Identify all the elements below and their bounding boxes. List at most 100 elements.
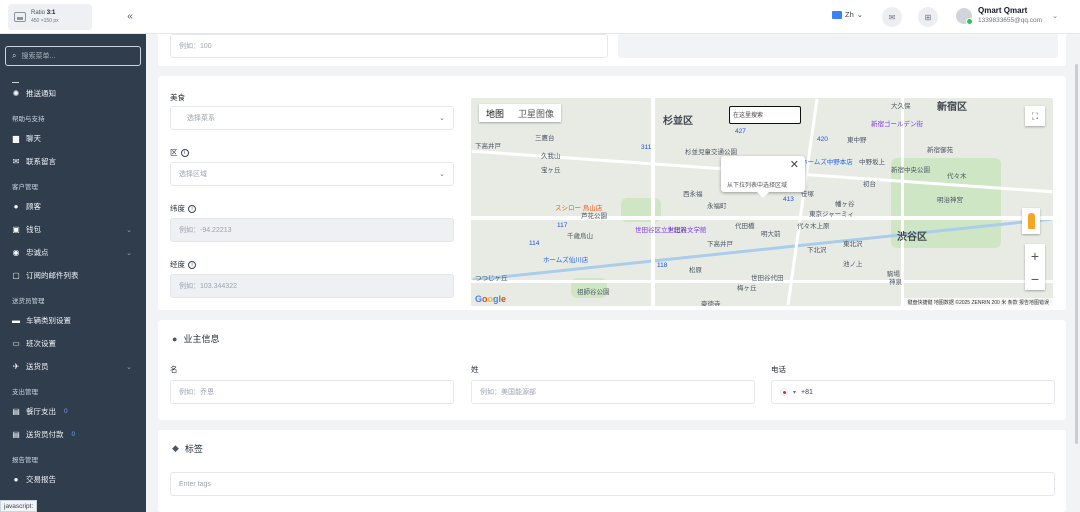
- map-place-label: 初台: [863, 181, 876, 188]
- sidebar-item-label: 联系留言: [26, 157, 56, 166]
- map-poi-label[interactable]: ホームズ仙川店: [543, 254, 588, 264]
- chevron-down-icon: ⌄: [856, 10, 864, 19]
- mail-icon: ✉: [12, 157, 20, 166]
- cuisine-placeholder: 选择菜系: [187, 115, 215, 122]
- section-report-management: 报告管理: [12, 457, 38, 464]
- area-placeholder: 选择区域: [179, 171, 207, 178]
- street-view-pegman-icon[interactable]: [1022, 208, 1040, 234]
- route-number: 420: [817, 136, 828, 143]
- ratio-label: Ratio: [31, 9, 46, 16]
- last-name-input[interactable]: 例如：美国能源部: [471, 380, 755, 404]
- language-selector[interactable]: Zh ⌄: [832, 10, 863, 19]
- search-icon: ⌕: [12, 51, 17, 60]
- sidebar-item-loyalty-points[interactable]: ◉ 忠诚点 ⌄: [0, 241, 146, 264]
- map-place-label: 下高井戸: [707, 241, 733, 248]
- area-label: 区 i: [170, 147, 189, 158]
- sidebar-item-push-notification[interactable]: ✺ 推送通知: [0, 82, 146, 105]
- tab-satellite[interactable]: 卫星图像: [511, 104, 561, 122]
- example-input[interactable]: 例如：100: [170, 34, 608, 58]
- fullscreen-icon[interactable]: ⛶: [1025, 106, 1045, 126]
- user-email: 1339833655@qq.com: [978, 17, 1043, 24]
- sidebar-item-shift-settings[interactable]: ▭ 班次设置: [0, 332, 146, 355]
- tab-map[interactable]: 地图: [479, 104, 511, 122]
- info-window-message: 从下拉列表中选择区域: [727, 183, 788, 189]
- map-attribution[interactable]: 键盘快捷键 地图数据 ©2025 ZENRIN 200 米 条款 报告地图错误: [903, 298, 1053, 306]
- user-pin-icon: ●: [13, 202, 19, 211]
- map-poi-label[interactable]: ホームズ中野本店: [801, 156, 853, 166]
- info-icon[interactable]: i: [188, 260, 196, 269]
- map-place-label: 東中野: [847, 137, 867, 144]
- sidebar-item-customers[interactable]: ● 顾客: [0, 195, 146, 218]
- google-map[interactable]: 杉並区 新宿区 渋谷区 東京ジャーミィ 大久保 三鷹台 久我山 下高井戸 宝ヶ丘…: [471, 98, 1053, 306]
- owner-info-card: ● 业主信息 名 例如：乔恩 姓 例如：美国能源部 电话 ▾ +81: [158, 320, 1066, 420]
- map-place-label: 明治神宮: [937, 197, 963, 204]
- map-poi-label[interactable]: スシロー 烏山店: [555, 202, 602, 212]
- map-place-label: 代々木上原: [797, 223, 830, 230]
- chevron-down-icon[interactable]: ▾: [793, 389, 796, 396]
- longitude-input[interactable]: 例如：103.344322: [170, 274, 454, 298]
- map-place-label: 大久保: [891, 103, 911, 110]
- sidebar-item-contact-messages[interactable]: ✉ 联系留言: [0, 150, 146, 173]
- map-place-label: 神泉: [889, 279, 902, 286]
- chevron-down-icon: ⌄: [126, 226, 132, 234]
- scrollbar[interactable]: [1075, 64, 1078, 444]
- ward-label: 新宿区: [937, 102, 967, 113]
- zoom-in-icon[interactable]: +: [1031, 248, 1039, 264]
- logo-size-label: 450 ×150 px: [31, 17, 59, 24]
- cart-button[interactable]: ⊞: [918, 7, 938, 27]
- report-icon: ●: [13, 475, 19, 484]
- section-title: 业主信息: [183, 334, 220, 344]
- chat-icon: ▆: [12, 134, 20, 143]
- map-poi-label[interactable]: 世田谷区立世田谷文学館: [635, 224, 707, 234]
- loyalty-pin-icon: ◉: [12, 248, 20, 257]
- section-title: 标签: [184, 444, 203, 454]
- sidebar-item-subscribed-mail-list[interactable]: ▢ 订阅的邮件列表: [0, 264, 146, 287]
- sidebar-item-chat[interactable]: ▆ 聊天: [0, 127, 146, 150]
- phone-input[interactable]: ▾ +81: [771, 380, 1055, 404]
- example-placeholder: 例如：100: [179, 43, 212, 50]
- messages-button[interactable]: ✉: [882, 7, 902, 27]
- image-placeholder-icon: [14, 11, 26, 22]
- zoom-control: + −: [1025, 244, 1045, 290]
- sidebar-item-delivery-payment[interactable]: ▤ 送货员付款 0: [0, 423, 146, 446]
- sidebar-item-label: 餐厅支出: [26, 407, 56, 416]
- map-search-input[interactable]: 在这里搜索: [729, 106, 801, 124]
- info-icon[interactable]: i: [180, 148, 189, 157]
- sidebar-item-label: 顾客: [26, 202, 41, 211]
- section-customer-management: 客户管理: [12, 184, 38, 191]
- close-icon[interactable]: ✕: [790, 158, 799, 171]
- section-expense-management: 支出管理: [12, 389, 38, 396]
- map-place-label: 豪徳寺: [701, 301, 721, 306]
- sidebar-item-transaction-report[interactable]: ● 交易报告: [0, 468, 146, 491]
- chevron-down-icon: ⌄: [439, 115, 445, 122]
- chevron-down-icon: ⌄: [126, 249, 132, 257]
- phone-label: 电话: [771, 365, 786, 374]
- japan-flag-icon[interactable]: [780, 388, 788, 396]
- user-menu[interactable]: Qmart Qmart 1339833655@qq.com ⌄: [956, 6, 1058, 26]
- map-type-tabs: 地图 卫星图像: [479, 104, 562, 122]
- map-place-label: 代田橋: [735, 223, 755, 230]
- tags-input[interactable]: Enter tags: [170, 472, 1055, 496]
- map-place-label: 新宿御苑: [927, 147, 953, 154]
- longitude-placeholder: 例如：103.344322: [179, 283, 237, 290]
- info-icon[interactable]: i: [188, 204, 196, 213]
- map-poi-label[interactable]: 新宿ゴールデン街: [871, 118, 923, 128]
- sidebar-item-label: 送货员付款: [26, 430, 64, 439]
- logo[interactable]: Ratio 3:1 450 ×150 px: [8, 3, 92, 30]
- cuisine-select[interactable]: 选择菜系 ⌄: [170, 106, 454, 130]
- first-name-input[interactable]: 例如：乔恩: [170, 380, 454, 404]
- area-select[interactable]: 选择区域 ⌄: [170, 162, 454, 186]
- receipt-icon: ▤: [12, 407, 20, 416]
- menu-search-input[interactable]: ⌕ 搜索菜单...: [5, 46, 141, 66]
- collapse-sidebar-icon[interactable]: «: [122, 9, 138, 25]
- zoom-out-icon[interactable]: −: [1031, 271, 1039, 287]
- map-place-label: 西永福: [683, 191, 703, 198]
- sidebar-item-restaurant-expense[interactable]: ▤ 餐厅支出 0: [0, 400, 146, 423]
- map-place-label: 梅ヶ丘: [737, 285, 757, 292]
- sidebar-item-wallet[interactable]: ▣ 钱包 ⌄: [0, 218, 146, 241]
- sidebar-item-vehicle-category[interactable]: ▬ 车辆类别设置: [0, 309, 146, 332]
- last-name-label: 姓: [471, 365, 479, 374]
- latitude-input[interactable]: 例如：-94.22213: [170, 218, 454, 242]
- count-badge: 0: [64, 408, 68, 415]
- sidebar-item-delivery-man[interactable]: ✈ 送货员 ⌄: [0, 355, 146, 378]
